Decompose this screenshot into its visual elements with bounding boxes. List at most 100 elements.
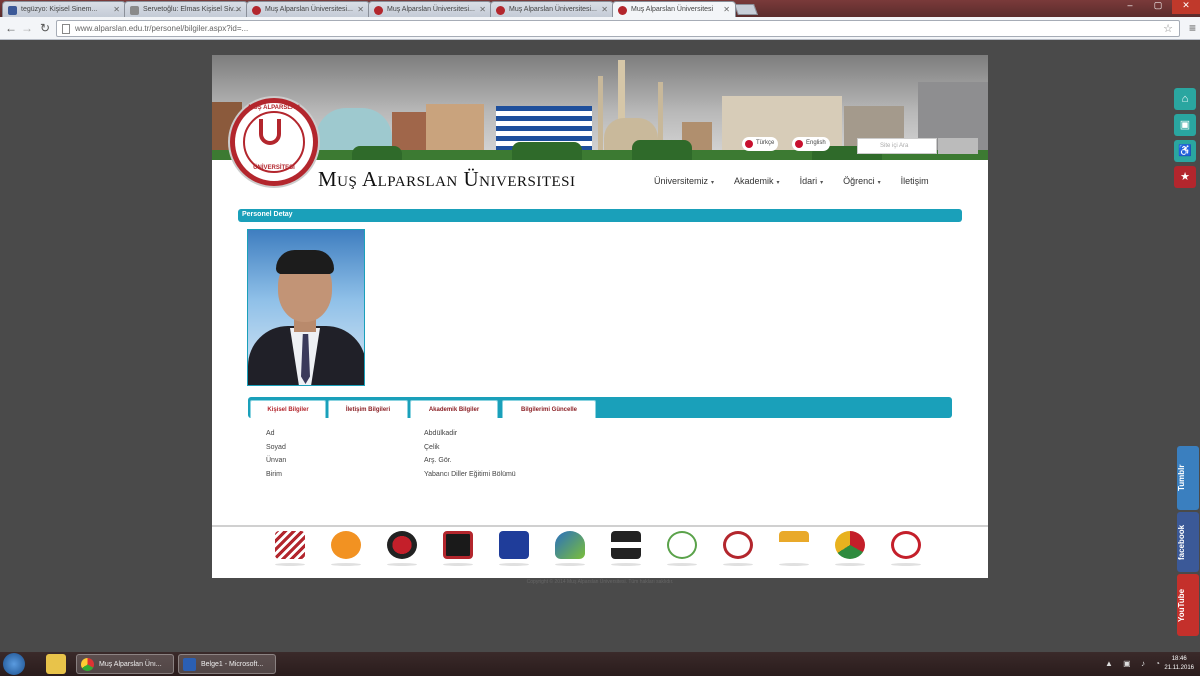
- tab-label: Muş Alparslan Üniversitesi...: [265, 6, 353, 13]
- facebook-icon: [8, 6, 17, 15]
- close-icon[interactable]: ✕: [479, 5, 486, 14]
- bookmark-icon[interactable]: ★: [1174, 166, 1196, 188]
- caret-down-icon: ▾: [776, 180, 780, 186]
- address-bar[interactable]: www.alparslan.edu.tr/personel/bilgiler.a…: [56, 20, 1180, 37]
- page-icon: [252, 6, 261, 15]
- tree-shape: [632, 140, 692, 160]
- nav-item-idari[interactable]: İdari ▾: [800, 176, 824, 186]
- tab-iletisim-bilgileri[interactable]: İletişim Bilgileri: [328, 400, 408, 418]
- browser-tab[interactable]: Servetoğlu: Elmas Kişisel Siv... ✕: [124, 1, 248, 17]
- browser-tab-active[interactable]: Muş Alparslan Üniversitesi ✕: [612, 1, 736, 17]
- panel-title: Personel Detay: [238, 209, 962, 222]
- minimize-button[interactable]: –: [1116, 0, 1144, 14]
- main-nav: Üniversitemiz ▾ Akademik ▾ İdari ▾ Öğrenci ▾…: [654, 176, 929, 186]
- browser-tab[interactable]: tegüzyo: Kişisel Sinem... ✕: [2, 1, 126, 17]
- folder-icon[interactable]: [46, 654, 66, 674]
- page-icon: [62, 24, 70, 34]
- kosgeb-logo[interactable]: [832, 529, 868, 569]
- tab-label: tegüzyo: Kişisel Sinem...: [21, 6, 98, 13]
- photo-hair: [276, 250, 334, 274]
- university-logo[interactable]: MUŞ ALPARSLAN ÜNİVERSİTESİ: [230, 98, 318, 186]
- back-icon[interactable]: ←: [4, 21, 18, 35]
- home-icon[interactable]: ⌂: [1174, 88, 1196, 110]
- maximize-button[interactable]: ▢: [1144, 0, 1172, 14]
- task-label: Belge1 - Microsoft...: [201, 661, 264, 668]
- tab-label: Servetoğlu: Elmas Kişisel Siv...: [143, 6, 239, 13]
- field-value: Arş. Gör.: [424, 457, 452, 464]
- new-tab-button[interactable]: [733, 4, 759, 15]
- accessibility-icon[interactable]: ♿: [1174, 140, 1196, 162]
- facebook-button[interactable]: facebook: [1177, 512, 1199, 572]
- site-title[interactable]: Muş Alparslan Üniversitesi: [318, 167, 575, 192]
- url-text: www.alparslan.edu.tr/personel/bilgiler.a…: [75, 24, 249, 33]
- close-icon[interactable]: ✕: [601, 5, 608, 14]
- reload-icon[interactable]: ↻: [38, 21, 52, 35]
- menu-icon[interactable]: ≡: [1189, 21, 1196, 35]
- window-close-button[interactable]: ✕: [1172, 0, 1200, 14]
- close-icon[interactable]: ✕: [723, 5, 730, 14]
- tumblr-button[interactable]: Tumblr: [1177, 446, 1199, 510]
- logo-text-bottom: ÜNİVERSİTESİ: [253, 165, 295, 171]
- logo-mark: [835, 531, 865, 559]
- forward-icon[interactable]: →: [20, 21, 34, 35]
- logo-shadow: [331, 563, 361, 566]
- logo-mark: [331, 531, 361, 559]
- clock[interactable]: 18:46 21.11.2016: [1164, 655, 1194, 673]
- task-label: Muş Alparslan Ünı...: [99, 661, 162, 668]
- start-button[interactable]: [3, 653, 25, 675]
- nav-item-iletisim[interactable]: İletişim: [901, 176, 929, 186]
- quality-logo[interactable]: [664, 529, 700, 569]
- browser-tab[interactable]: Muş Alparslan Üniversitesi... ✕: [490, 1, 614, 17]
- bologna-logo[interactable]: [720, 529, 756, 569]
- browser-tab[interactable]: Muş Alparslan Üniversitesi... ✕: [368, 1, 492, 17]
- star-icon[interactable]: ☆: [1163, 22, 1173, 35]
- turkish-flag-icon: [745, 140, 753, 148]
- tubitak-logo[interactable]: [384, 529, 420, 569]
- youtube-button[interactable]: YouTube: [1177, 574, 1199, 636]
- nav-item-ogrenci[interactable]: Öğrenci ▾: [843, 176, 881, 186]
- nav-item-akademik[interactable]: Akademik ▾: [734, 176, 780, 186]
- logo-mark: [275, 531, 305, 559]
- language-label: English: [806, 140, 826, 146]
- tree-shape: [512, 142, 582, 160]
- field-label: Soyad: [266, 443, 286, 451]
- sitemap-icon[interactable]: ▣: [1174, 114, 1196, 136]
- taskbar-chrome[interactable]: Muş Alparslan Ünı...: [76, 654, 174, 674]
- logo-mark: [891, 531, 921, 559]
- osym-logo[interactable]: [328, 529, 364, 569]
- logo-mark: [443, 531, 473, 559]
- page-icon: [374, 6, 383, 15]
- header-banner: Türkçe English Site içi Ara: [212, 55, 988, 160]
- erasmus-logo[interactable]: [776, 529, 812, 569]
- edevlet-logo[interactable]: [888, 529, 924, 569]
- nav-item-universitemiz[interactable]: Üniversitemiz ▾: [654, 176, 714, 186]
- close-icon[interactable]: ✕: [113, 5, 120, 14]
- ulakbim-logo[interactable]: [440, 529, 476, 569]
- tab-akademik-bilgiler[interactable]: Akademik Bilgiler: [410, 400, 498, 418]
- taskbar-word[interactable]: Belge1 - Microsoft...: [178, 654, 276, 674]
- logo-mark: [779, 531, 809, 559]
- page-icon: [130, 6, 139, 15]
- language-turkish-button[interactable]: Türkçe: [742, 137, 779, 151]
- logo-shadow: [611, 563, 641, 566]
- close-icon[interactable]: ✕: [235, 5, 242, 14]
- site-search-input[interactable]: Site içi Ara: [857, 138, 937, 154]
- language-label: Türkçe: [756, 140, 775, 146]
- caret-down-icon: ▾: [820, 180, 824, 186]
- mevlana-logo[interactable]: [552, 529, 588, 569]
- language-english-button[interactable]: English: [792, 137, 830, 151]
- browser-tab[interactable]: Muş Alparslan Üniversitesi... ✕: [246, 1, 370, 17]
- system-tray[interactable]: ▲ ▣ ♪ ◔: [1105, 659, 1164, 668]
- search-button[interactable]: [938, 138, 978, 154]
- tab-bilgilerimi-guncelle[interactable]: Bilgilerimi Güncelle: [502, 400, 596, 418]
- logo-shadow: [499, 563, 529, 566]
- chrome-icon: [81, 658, 94, 671]
- eu-logo[interactable]: [496, 529, 532, 569]
- close-icon[interactable]: ✕: [357, 5, 364, 14]
- yok-logo[interactable]: [272, 529, 308, 569]
- tab-kisisel-bilgiler[interactable]: Kişisel Bilgiler: [250, 400, 326, 418]
- farabi-logo[interactable]: [608, 529, 644, 569]
- logo-mark: [499, 531, 529, 559]
- browser-toolbar: ← → ↻ www.alparslan.edu.tr/personel/bilg…: [0, 17, 1200, 40]
- logo-mark: [387, 531, 417, 559]
